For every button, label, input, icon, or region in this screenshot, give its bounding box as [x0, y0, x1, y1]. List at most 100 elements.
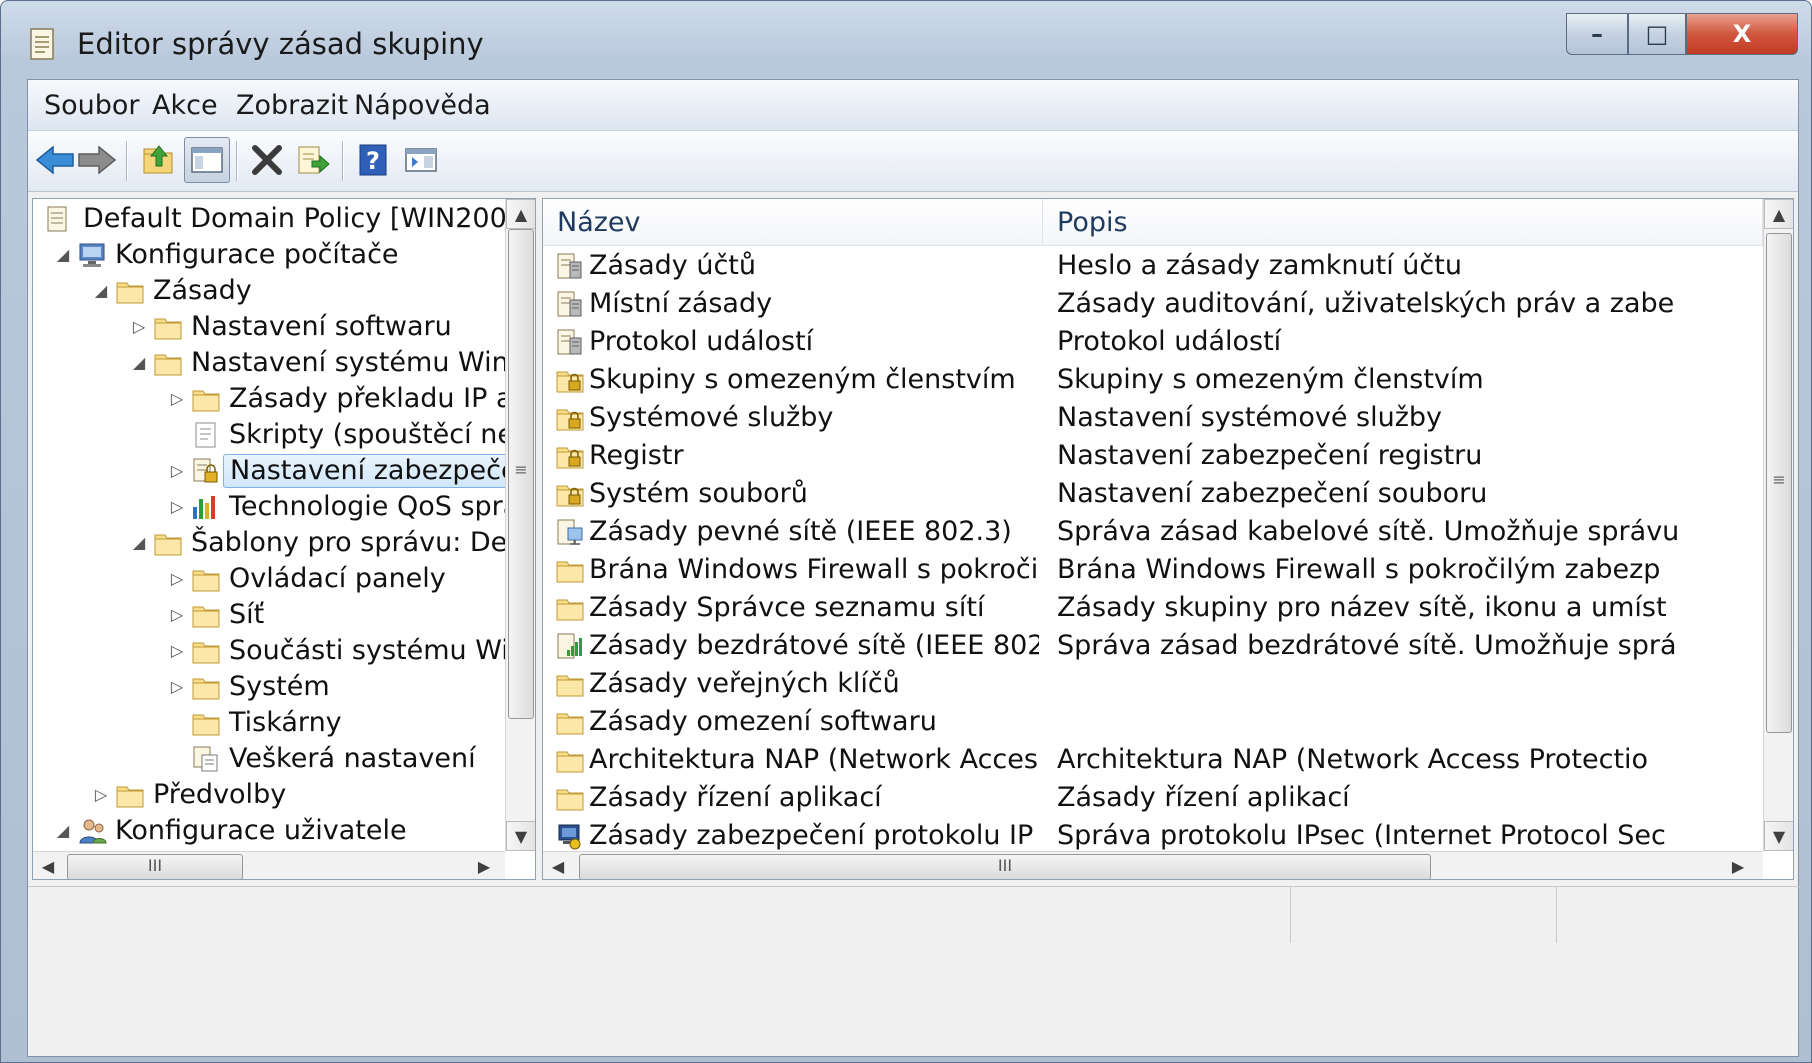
- tree-item[interactable]: ▷ Předvolby: [33, 777, 503, 813]
- show-hide-console-tree-button[interactable]: [184, 137, 230, 183]
- list-item[interactable]: Zásady bezdrátové sítě (IEEE 802.11) Sprá…: [543, 627, 1763, 665]
- tree-expander-icon[interactable]: ▷: [167, 633, 187, 669]
- tree-item[interactable]: ▷ Zásady překladu IP adres: [33, 381, 535, 417]
- maximize-button[interactable]: □: [1628, 13, 1686, 55]
- qos-chart-icon: [191, 493, 221, 521]
- forward-button[interactable]: [74, 137, 120, 183]
- tree-scroll-thumb[interactable]: ≡: [508, 229, 534, 719]
- tree-item[interactable]: ▷ Ovládací panely: [33, 561, 503, 597]
- tree-item[interactable]: ▷ Nastavení softwaru: [33, 309, 503, 345]
- list-item[interactable]: Architektura NAP (Network Access Prote..…: [543, 741, 1763, 779]
- up-one-level-button[interactable]: [136, 137, 182, 183]
- list-item[interactable]: Brána Windows Firewall s pokročilým zab.…: [543, 551, 1763, 589]
- action-pane-button[interactable]: [398, 137, 444, 183]
- menu-zobrazit[interactable]: Zobrazit: [228, 88, 356, 123]
- details-pane[interactable]: Název Popis Zásady účtů Heslo a zásady za…: [542, 198, 1794, 880]
- list-item[interactable]: Místní zásady Zásady auditování, uživatel…: [543, 285, 1763, 323]
- list-item[interactable]: Registr Nastavení zabezpečení registru: [543, 437, 1763, 475]
- scroll-down-arrow[interactable]: ▼: [1764, 821, 1793, 851]
- toolbar: ?: [28, 131, 1798, 192]
- list-item[interactable]: Zásady zabezpečení protokolu IP - Active…: [543, 817, 1763, 855]
- tree-item[interactable]: ◢ Nastavení systému Windows: [33, 345, 535, 381]
- minimize-button[interactable]: –: [1566, 13, 1628, 55]
- delete-button[interactable]: [244, 137, 290, 183]
- folder-icon: [555, 784, 585, 812]
- scroll-right-arrow[interactable]: ▶: [469, 852, 499, 879]
- tree-expander-icon[interactable]: ▷: [91, 777, 111, 813]
- list-hscroll-thumb[interactable]: III: [579, 854, 1431, 879]
- list-item-description: Nastavení zabezpečení registru: [1057, 440, 1483, 471]
- tree-item[interactable]: Tiskárny: [33, 705, 503, 741]
- help-button[interactable]: ?: [350, 137, 396, 183]
- scroll-up-arrow[interactable]: ▲: [1764, 199, 1793, 229]
- tree-item[interactable]: Veškerá nastavení: [33, 741, 503, 777]
- list-item[interactable]: Zásady omezení softwaru: [543, 703, 1763, 741]
- menu-akce[interactable]: Akce: [144, 88, 226, 123]
- tree-item[interactable]: ◢ Šablony pro správu: Definice: [33, 525, 535, 561]
- tree-expander-icon[interactable]: ◢: [53, 237, 73, 273]
- tree-expander-icon[interactable]: ▷: [167, 489, 187, 525]
- list-vertical-scrollbar[interactable]: ▲ ≡ ▼: [1763, 199, 1793, 851]
- list-item[interactable]: Zásady účtů Heslo a zásady zamknutí účtu: [543, 247, 1763, 285]
- tree-vertical-scrollbar[interactable]: ▲ ≡ ▼: [505, 199, 535, 851]
- tree-hscroll-thumb[interactable]: III: [67, 854, 243, 879]
- list-horizontal-scrollbar[interactable]: ◀ III ▶: [543, 851, 1763, 879]
- tree-expander-icon[interactable]: ▷: [167, 669, 187, 705]
- tree-item[interactable]: ◢ Zásady: [33, 273, 503, 309]
- show-hide-tree-icon: [191, 147, 223, 173]
- list-item-description: Správa protokolu IPsec (Internet Protoco…: [1057, 820, 1666, 851]
- tree-item-label: Nastavení systému Windows: [191, 347, 535, 378]
- maximize-icon: □: [1645, 20, 1669, 48]
- list-item[interactable]: Zásady Správce seznamu sítí Zásady skupin…: [543, 589, 1763, 627]
- scroll-down-arrow[interactable]: ▼: [506, 821, 535, 851]
- tree-item[interactable]: ▷ Systém: [33, 669, 503, 705]
- tree-expander-icon[interactable]: ◢: [129, 525, 149, 561]
- list-item[interactable]: Skupiny s omezeným členstvím Skupiny s om…: [543, 361, 1763, 399]
- back-button[interactable]: [32, 137, 78, 183]
- tree-expander-icon[interactable]: ◢: [91, 273, 111, 309]
- close-button[interactable]: X: [1686, 13, 1798, 55]
- script-icon: [191, 421, 221, 449]
- scroll-left-arrow[interactable]: ◀: [33, 852, 63, 879]
- tree-item[interactable]: ▷ Nastavení zabezpečení: [33, 453, 535, 489]
- list-item[interactable]: Zásady pevné sítě (IEEE 802.3) Správa zás…: [543, 513, 1763, 551]
- export-list-button[interactable]: [290, 137, 336, 183]
- tree-expander-icon[interactable]: ◢: [53, 813, 73, 849]
- tree-item[interactable]: ◢ Konfigurace počítače: [33, 237, 503, 273]
- tree-item[interactable]: ▷ Součásti systému Window: [33, 633, 535, 669]
- column-header-nazev[interactable]: Název: [543, 199, 1043, 245]
- policy-server-icon: [555, 290, 585, 318]
- menu-soubor[interactable]: Soubor: [36, 88, 148, 123]
- list-item[interactable]: Systémové služby Nastavení systémové služ…: [543, 399, 1763, 437]
- scroll-up-arrow[interactable]: ▲: [506, 199, 535, 229]
- tree-expander-icon[interactable]: ◢: [129, 345, 149, 381]
- title-bar[interactable]: Editor správy zásad skupiny – □ X: [1, 1, 1811, 79]
- column-header-popis[interactable]: Popis: [1043, 199, 1763, 245]
- tree-expander-icon[interactable]: ▷: [167, 453, 187, 489]
- list-scroll-thumb[interactable]: ≡: [1766, 233, 1792, 733]
- list-item[interactable]: Systém souborů Nastavení zabezpečení soub…: [543, 475, 1763, 513]
- list-item-name: Zásady zabezpečení protokolu IP - Active…: [589, 820, 1039, 851]
- folder-icon: [153, 313, 183, 341]
- tree-expander-icon[interactable]: ▷: [167, 381, 187, 417]
- list-item-description: Správa zásad kabelové sítě. Umožňuje spr…: [1057, 516, 1680, 547]
- tree-expander-icon[interactable]: ▷: [167, 597, 187, 633]
- policy-editor-icon: [30, 28, 54, 60]
- tree-expander-icon[interactable]: ▷: [167, 561, 187, 597]
- list-item-name: Zásady veřejných klíčů: [589, 668, 900, 699]
- tree-expander-icon[interactable]: ▷: [129, 309, 149, 345]
- list-item[interactable]: Zásady veřejných klíčů: [543, 665, 1763, 703]
- tree-item[interactable]: ▷ Síť: [33, 597, 503, 633]
- tree-item[interactable]: Skripty (spouštěcí nebo u: [33, 417, 535, 453]
- tree-item[interactable]: Default Domain Policy [WIN2008R2-DC.: [33, 201, 535, 237]
- list-item[interactable]: Zásady řízení aplikací Zásady řízení apli…: [543, 779, 1763, 817]
- scroll-left-arrow[interactable]: ◀: [543, 852, 573, 879]
- tree-item-label: Šablony pro správu: Definice: [191, 527, 535, 558]
- console-tree-pane[interactable]: Default Domain Policy [WIN2008R2-DC.◢Kon…: [32, 198, 536, 880]
- tree-item[interactable]: ▷ Technologie QoS spravov: [33, 489, 535, 525]
- tree-item[interactable]: ◢ Konfigurace uživatele: [33, 813, 503, 849]
- tree-horizontal-scrollbar[interactable]: ◀ III ▶: [33, 851, 505, 879]
- menu-napoveda[interactable]: Nápověda: [346, 88, 499, 123]
- list-item[interactable]: Protokol událostí Protokol událostí: [543, 323, 1763, 361]
- scroll-right-arrow[interactable]: ▶: [1723, 852, 1753, 879]
